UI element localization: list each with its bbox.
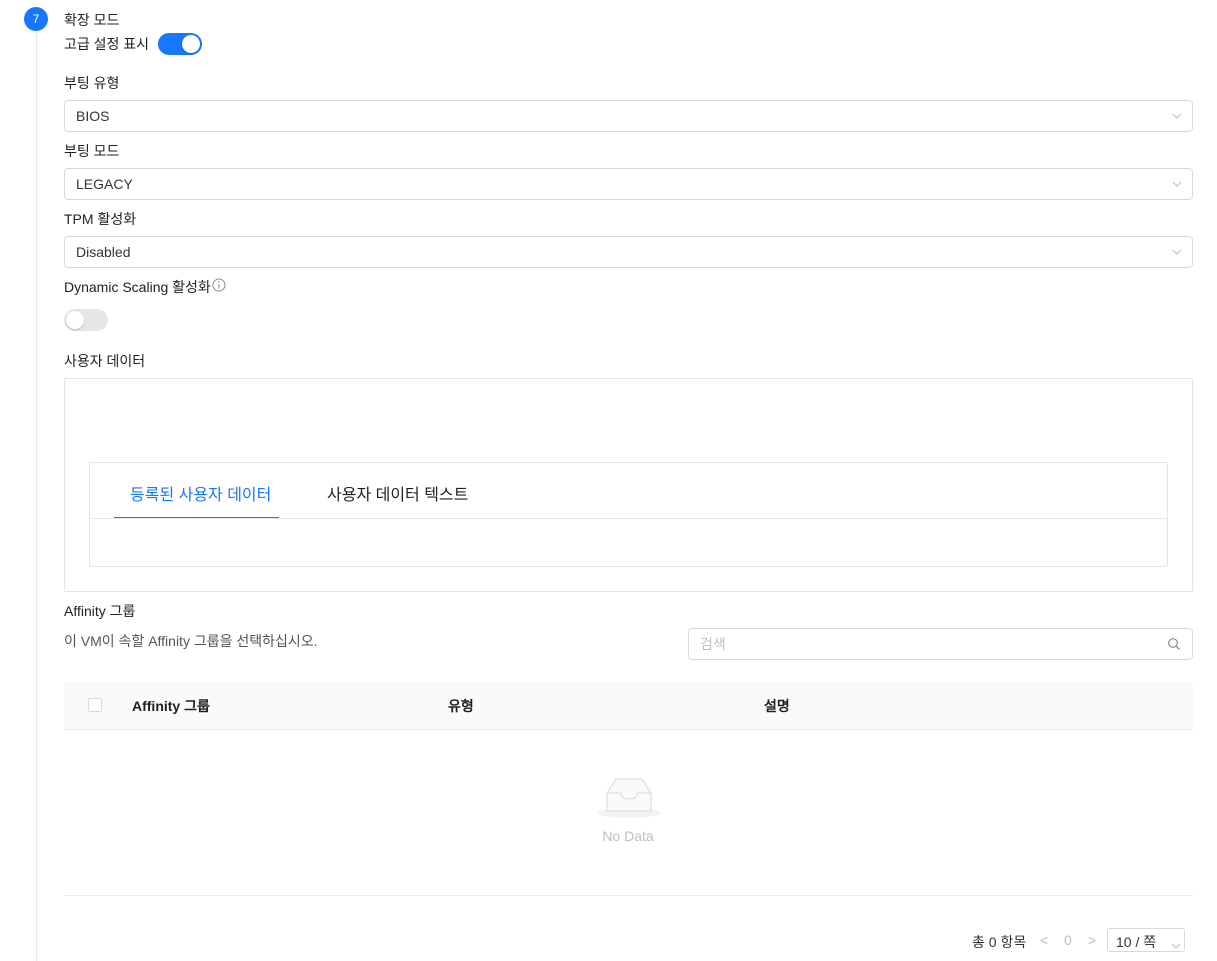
page-size-select[interactable]: 10 / 쪽 [1107,928,1185,952]
step-number-badge: 7 [24,7,48,31]
boot-mode-value: LEGACY [76,176,133,192]
advanced-settings-toggle[interactable] [158,33,202,55]
select-all-checkbox[interactable] [88,698,102,712]
toggle-knob [182,35,200,53]
user-data-label: 사용자 데이터 [64,353,146,369]
next-page-button[interactable]: > [1088,932,1096,948]
table-bottom-divider [64,895,1193,896]
boot-mode-label: 부팅 모드 [64,143,120,159]
step-title: 확장 모드 [64,12,120,28]
tpm-label: TPM 활성화 [64,211,137,227]
column-affinity-group: Affinity 그룹 [132,698,210,714]
user-data-tabs: 등록된 사용자 데이터 사용자 데이터 텍스트 [89,462,1168,567]
chevron-down-icon [1171,937,1181,953]
dynamic-scaling-label: Dynamic Scaling 활성화 [64,279,211,295]
empty-state-text: No Data [602,828,654,844]
affinity-search-input[interactable] [688,628,1193,660]
chevron-down-icon [1172,180,1182,188]
affinity-group-label: Affinity 그룹 [64,603,136,619]
step-connector-line [36,30,37,961]
chevron-down-icon [1172,112,1182,120]
advanced-settings-label: 고급 설정 표시 [64,36,150,52]
tab-divider [90,518,1167,519]
affinity-table-header: Affinity 그룹 유형 설명 [64,682,1193,730]
search-icon[interactable] [1167,637,1181,654]
total-items-text: 총 0 항목 [972,934,1027,950]
boot-type-value: BIOS [76,108,110,124]
current-page[interactable]: 0 [1064,932,1072,948]
tpm-select[interactable]: Disabled [64,236,1193,268]
chevron-down-icon [1172,248,1182,256]
tab-user-data-text[interactable]: 사용자 데이터 텍스트 [327,481,468,505]
toggle-knob [66,311,84,329]
column-type: 유형 [448,698,474,714]
column-description: 설명 [764,698,790,714]
tpm-value: Disabled [76,244,131,260]
page-size-value: 10 / 쪽 [1116,934,1157,950]
info-icon[interactable] [212,278,226,295]
prev-page-button[interactable]: < [1040,932,1048,948]
affinity-group-description: 이 VM이 속할 Affinity 그룹을 선택하십시오. [64,633,318,649]
dynamic-scaling-toggle[interactable] [64,309,108,331]
boot-type-select[interactable]: BIOS [64,100,1193,132]
empty-inbox-icon [596,775,662,822]
tab-registered-user-data[interactable]: 등록된 사용자 데이터 [130,481,271,505]
boot-type-label: 부팅 유형 [64,75,120,91]
boot-mode-select[interactable]: LEGACY [64,168,1193,200]
